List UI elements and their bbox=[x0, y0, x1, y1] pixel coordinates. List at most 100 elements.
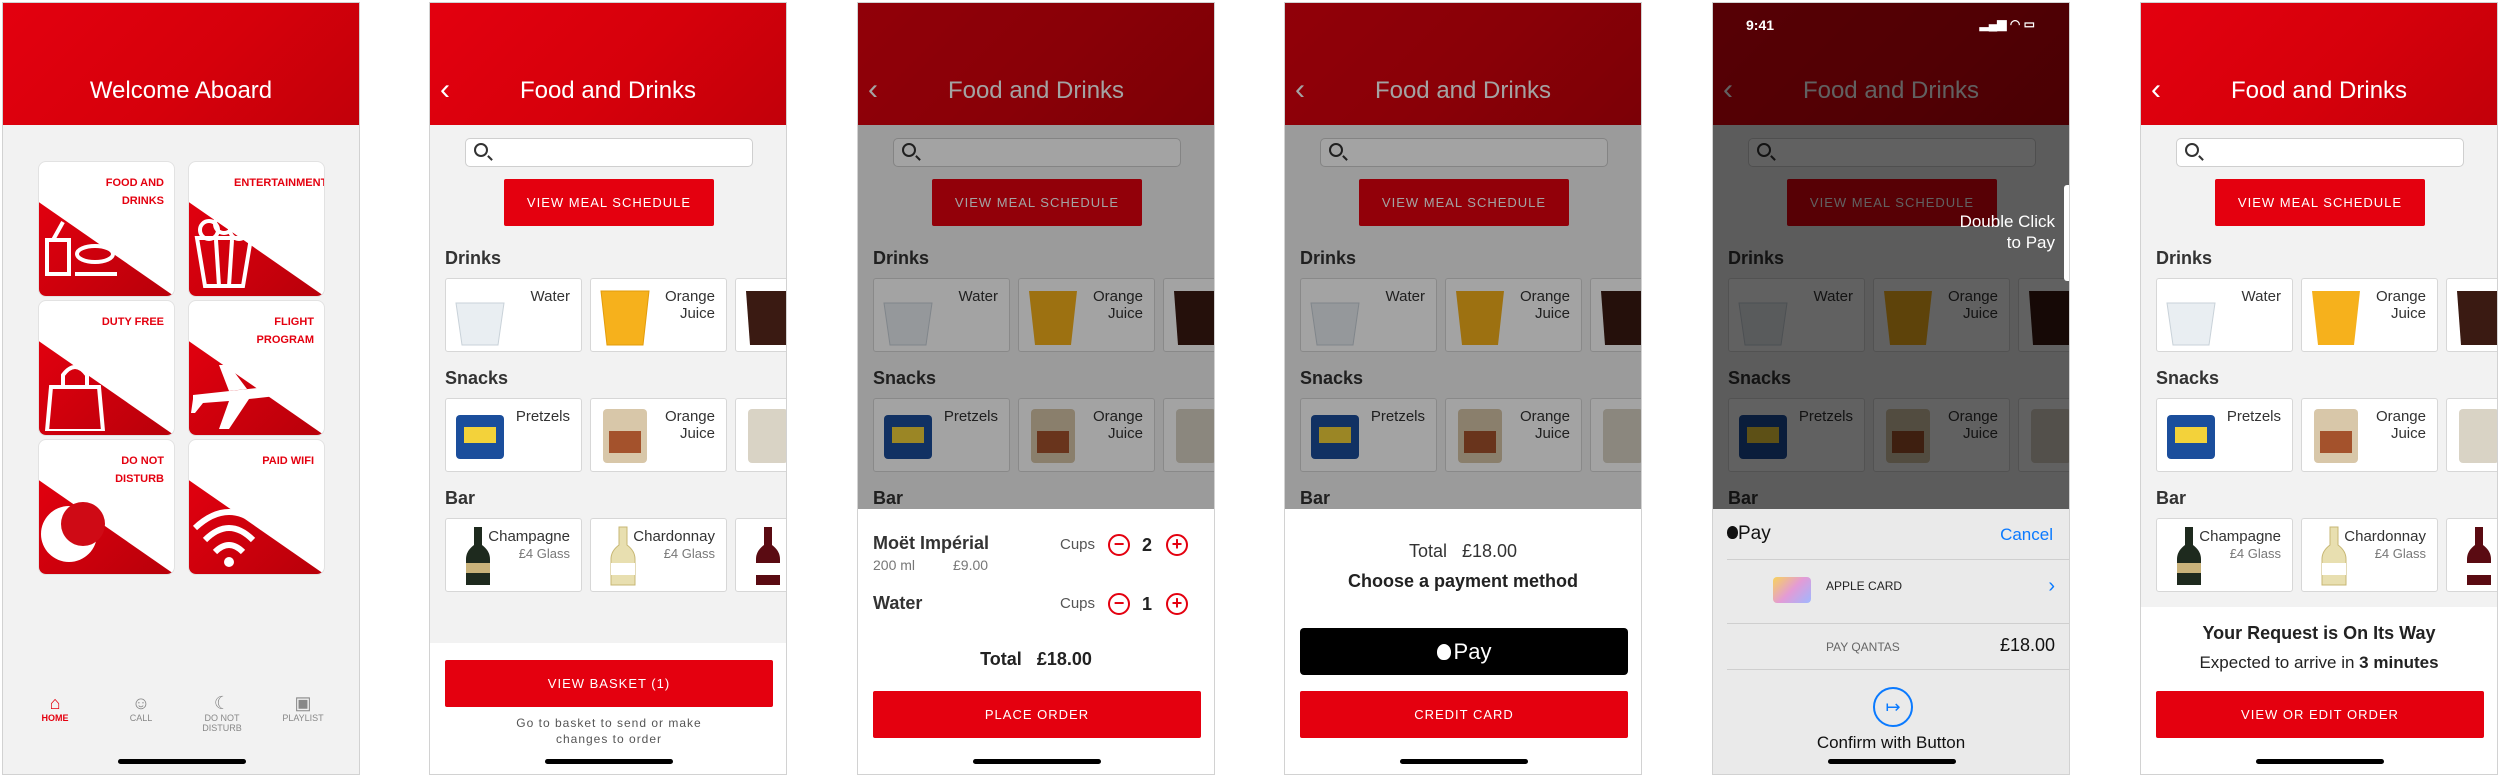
menu-item[interactable]: Orange Juice bbox=[590, 398, 727, 472]
header: Welcome Aboard bbox=[3, 3, 359, 125]
menu-item[interactable] bbox=[735, 278, 786, 352]
screen-confirmation: ‹ Food and Drinks VIEW MEAL SCHEDULE Dri… bbox=[2140, 2, 2498, 775]
basket-item-size: 200 ml bbox=[873, 557, 916, 573]
header: ‹ Food and Drinks bbox=[2141, 3, 2497, 125]
section-title: Drinks bbox=[445, 248, 502, 268]
divider bbox=[1727, 623, 2069, 624]
basket-note: Go to basket to send or make changes to … bbox=[516, 716, 702, 746]
menu-item[interactable] bbox=[2446, 278, 2497, 352]
cola-icon bbox=[746, 291, 786, 345]
menu-item[interactable]: Pretzels bbox=[2156, 398, 2293, 472]
food-tray-icon bbox=[45, 221, 117, 276]
nav-call[interactable]: ☺ CALL bbox=[106, 693, 176, 723]
eta-value: 3 minutes bbox=[2359, 653, 2439, 672]
tile-duty-free[interactable]: DUTY FREE bbox=[38, 300, 175, 436]
tile-label: FLIGHT PROGRAM bbox=[256, 316, 314, 346]
view-meal-schedule-button[interactable]: VIEW MEAL SCHEDULE bbox=[504, 179, 714, 226]
chips-pack-icon bbox=[2459, 409, 2497, 463]
pretzels-pack-icon bbox=[456, 415, 504, 459]
screen-basket: ‹ Food and Drinks VIEW MEAL SCHEDULE Dri… bbox=[857, 2, 1215, 775]
tile-food-and-drinks[interactable]: FOOD AND DRINKS bbox=[38, 161, 175, 297]
screen-welcome: Welcome Aboard FOOD AND DRINKS ENTERTAIN… bbox=[2, 2, 360, 775]
section-title: Snacks bbox=[445, 368, 509, 388]
side-button-icon: ↦ bbox=[1873, 687, 1913, 727]
menu-item[interactable]: Orange Juice bbox=[2301, 278, 2438, 352]
snack-pack-icon bbox=[603, 409, 647, 463]
cancel-button[interactable]: Cancel bbox=[2000, 525, 2053, 545]
home-indicator bbox=[1400, 759, 1528, 764]
menu-item[interactable]: Chardonnay £4 Glass bbox=[590, 518, 727, 592]
menu-item[interactable] bbox=[2446, 518, 2497, 592]
plus-button[interactable]: + bbox=[1166, 593, 1188, 615]
tile-flight-program[interactable]: FLIGHT PROGRAM bbox=[188, 300, 325, 436]
water-glass-icon bbox=[455, 302, 505, 346]
search-input[interactable] bbox=[465, 138, 753, 167]
qty-unit: Cups bbox=[1060, 595, 1096, 612]
home-indicator bbox=[118, 759, 246, 764]
tile-label: PAID WIFI bbox=[262, 455, 314, 467]
menu-item[interactable] bbox=[735, 518, 786, 592]
menu-item[interactable]: Water bbox=[445, 278, 582, 352]
basket-item-price: £9.00 bbox=[953, 557, 989, 573]
nav-playlist[interactable]: ▣ PLAYLIST bbox=[268, 693, 338, 723]
plus-button[interactable]: + bbox=[1166, 534, 1188, 556]
drinks-row: Water Orange Juice bbox=[2156, 278, 2497, 352]
search-input[interactable] bbox=[2176, 138, 2464, 167]
nav-do-not-disturb[interactable]: ☾ DO NOT DISTURB bbox=[187, 693, 257, 733]
menu-item[interactable]: Orange Juice bbox=[2301, 398, 2438, 472]
nav-home[interactable]: ⌂ HOME bbox=[20, 693, 90, 723]
apple-pay-button[interactable]: Pay bbox=[1300, 628, 1628, 675]
search-icon bbox=[474, 143, 488, 157]
menu-item[interactable]: Champagne £4 Glass bbox=[445, 518, 582, 592]
section-title: Snacks bbox=[2156, 368, 2220, 388]
apple-pay-title: Pay bbox=[1727, 523, 1771, 545]
header: ‹ Food and Drinks bbox=[430, 3, 786, 125]
credit-card-button[interactable]: CREDIT CARD bbox=[1300, 691, 1628, 738]
menu-item[interactable]: Pretzels bbox=[445, 398, 582, 472]
tile-paid-wifi[interactable]: PAID WIFI bbox=[188, 439, 325, 575]
menu-item[interactable]: Orange Juice bbox=[590, 278, 727, 352]
menu-item[interactable] bbox=[735, 398, 786, 472]
view-or-edit-order-button[interactable]: VIEW OR EDIT ORDER bbox=[2156, 691, 2484, 738]
home-indicator bbox=[1828, 759, 1956, 764]
screen-menu: ‹ Food and Drinks VIEW MEAL SCHEDULE Dri… bbox=[429, 2, 787, 775]
chevron-right-icon: › bbox=[2048, 575, 2055, 597]
cola-icon bbox=[2457, 291, 2497, 345]
call-attendant-icon: ☺ bbox=[131, 693, 151, 713]
airplane-icon bbox=[191, 365, 285, 429]
section-title: Bar bbox=[2156, 488, 2187, 508]
minus-button[interactable]: − bbox=[1108, 593, 1130, 615]
wifi-icon bbox=[192, 509, 266, 567]
popcorn-icon bbox=[194, 213, 254, 288]
section-title: Drinks bbox=[2156, 248, 2213, 268]
tile-entertainment[interactable]: ENTERTAINMENT bbox=[188, 161, 325, 297]
snacks-row: Pretzels Orange Juice bbox=[2156, 398, 2497, 472]
minus-button[interactable]: − bbox=[1108, 534, 1130, 556]
basket-sheet: Moët Impérial 200 ml £9.00 Cups − 2 + Wa… bbox=[858, 509, 1214, 774]
snacks-row: Pretzels Orange Juice bbox=[445, 398, 786, 472]
place-order-button[interactable]: PLACE ORDER bbox=[873, 691, 1201, 738]
water-glass-icon bbox=[2166, 302, 2216, 346]
view-meal-schedule-button[interactable]: VIEW MEAL SCHEDULE bbox=[2215, 179, 2425, 226]
section-title: Bar bbox=[445, 488, 476, 508]
screen-payment-method: ‹ Food and Drinks VIEW MEAL SCHEDULE Dri… bbox=[1284, 2, 1642, 775]
tile-do-not-disturb[interactable]: DO NOT DISTURB bbox=[38, 439, 175, 575]
menu-item[interactable]: Chardonnay £4 Glass bbox=[2301, 518, 2438, 592]
orange-juice-icon bbox=[600, 290, 650, 346]
basket-item-name: Water bbox=[873, 593, 923, 613]
bar-row: Champagne £4 Glass Chardonnay £4 Glass bbox=[2156, 518, 2497, 592]
status-bar: 9:41 ▂▄▆ ◠ ▭ bbox=[1713, 3, 2069, 43]
home-icon: ⌂ bbox=[49, 693, 61, 713]
qty-value: 2 bbox=[1142, 535, 1153, 555]
snack-pack-icon bbox=[2314, 409, 2358, 463]
payment-sheet: Total £18.00 Choose a payment method Pay… bbox=[1285, 509, 1641, 774]
total-row: Total £18.00 bbox=[980, 649, 1092, 669]
card-row[interactable]: APPLE CARD › bbox=[1713, 559, 2069, 623]
total-amount: £18.00 bbox=[1461, 541, 1518, 561]
status-eta: Expected to arrive in 3 minutes bbox=[2199, 653, 2439, 672]
screen-apple-pay: ‹ Food and Drinks VIEW MEAL SCHEDULE Dri… bbox=[1712, 2, 2070, 775]
menu-item[interactable]: Champagne £4 Glass bbox=[2156, 518, 2293, 592]
view-basket-button[interactable]: VIEW BASKET (1) bbox=[445, 660, 773, 707]
menu-item[interactable]: Water bbox=[2156, 278, 2293, 352]
menu-item[interactable] bbox=[2446, 398, 2497, 472]
